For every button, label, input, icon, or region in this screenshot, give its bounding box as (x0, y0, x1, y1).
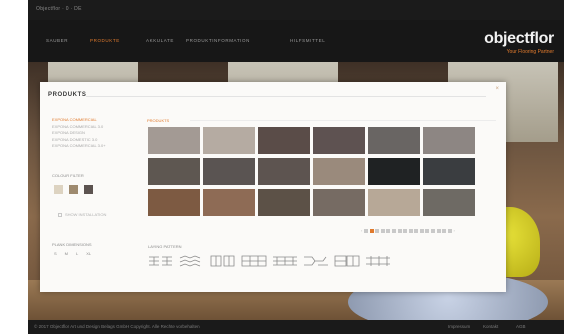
pattern-stack-icon[interactable] (272, 255, 298, 267)
floor-sample[interactable] (368, 158, 420, 185)
page-dot[interactable] (425, 228, 430, 233)
breadcrumb-divider (190, 120, 496, 121)
product-line-item[interactable]: EXPONA COMMERCIAL (52, 117, 124, 123)
next-page-icon[interactable]: › (453, 228, 454, 233)
colour-filter (54, 181, 99, 199)
page-dot[interactable] (391, 228, 396, 233)
pattern-parquet-icon[interactable] (365, 255, 391, 267)
brand-logo[interactable]: objectflor Your Flooring Partner (484, 30, 554, 55)
pattern-brick-icon[interactable] (210, 255, 236, 267)
size-option[interactable]: L (76, 251, 78, 256)
laying-patterns (148, 255, 391, 267)
products-panel: PRODUKTS × EXPONA COMMERCIAL EXPONA COMME… (40, 82, 506, 292)
page-dot[interactable] (403, 228, 408, 233)
brand-tagline: Your Flooring Partner (506, 49, 554, 55)
floor-sample[interactable] (258, 127, 310, 154)
floor-sample[interactable] (203, 158, 255, 185)
floor-sample[interactable] (368, 127, 420, 154)
size-option[interactable]: M (65, 251, 68, 256)
page-dot[interactable] (436, 228, 441, 233)
prev-page-icon[interactable]: ‹ (361, 228, 362, 233)
floor-sample[interactable] (203, 127, 255, 154)
product-line-item[interactable]: EXPONA DOMESTIC 3.0 (52, 137, 124, 143)
footer-link-agb[interactable]: AGB (516, 324, 526, 329)
app-window: Objectflor · 0 · DE SAUBER PRODUKTE AKKULA… (28, 0, 564, 334)
pattern-herringbone-1-icon[interactable] (148, 255, 174, 267)
page-dot[interactable] (431, 228, 436, 233)
main-nav: SAUBER PRODUKTE AKKULATE PRODUKTINFORMATION… (28, 20, 564, 62)
panel-title: PRODUKTS (48, 92, 87, 98)
colour-swatch[interactable] (54, 185, 63, 194)
product-line-item[interactable]: EXPONA COMMERCIAL 3.0+ (52, 143, 124, 149)
nav-item[interactable]: SAUBER (46, 38, 68, 43)
page-dot[interactable] (397, 228, 402, 233)
floor-sample[interactable] (203, 189, 255, 216)
nav-item[interactable]: HILFSMITTEL (290, 38, 325, 43)
close-icon[interactable]: × (495, 86, 499, 92)
size-options: S M L XL (54, 251, 99, 256)
nav-item[interactable]: PRODUKTINFORMATION (186, 38, 250, 43)
nav-item[interactable]: AKKULATE (146, 38, 174, 43)
footer-link-impressum[interactable]: Impressum (448, 324, 470, 329)
page-dot[interactable] (447, 228, 452, 233)
page-dot[interactable] (375, 228, 380, 233)
floor-sample[interactable] (148, 127, 200, 154)
floor-sample[interactable] (313, 158, 365, 185)
page-dot[interactable] (386, 228, 391, 233)
footer-copyright: © 2017 Objectflor Art und Design Belags … (34, 324, 200, 329)
page-dot[interactable] (369, 228, 374, 233)
pagination: ‹ › (361, 228, 455, 233)
show-installation-label: SHOW INSTALLATION (65, 212, 107, 217)
size-label: PLANK DIMENSIONS (52, 242, 92, 247)
size-option[interactable]: S (54, 251, 57, 256)
page-dot[interactable] (414, 228, 419, 233)
pattern-herringbone-2-icon[interactable] (179, 255, 205, 267)
colour-filter-label: COLOUR FILTER (52, 173, 84, 178)
colour-swatch[interactable] (69, 185, 78, 194)
floor-sample[interactable] (313, 127, 365, 154)
pattern-basket-icon[interactable] (334, 255, 360, 267)
floor-sample[interactable] (423, 127, 475, 154)
floor-sample[interactable] (148, 158, 200, 185)
size-option[interactable]: XL (86, 251, 91, 256)
top-strip-label: Objectflor · 0 · DE (36, 6, 82, 12)
floor-sample[interactable] (368, 189, 420, 216)
pattern-block-icon[interactable] (241, 255, 267, 267)
show-installation-toggle[interactable]: SHOW INSTALLATION (58, 212, 106, 217)
footer: © 2017 Objectflor Art und Design Belags … (28, 320, 564, 334)
floor-sample[interactable] (423, 158, 475, 185)
floor-sample[interactable] (148, 189, 200, 216)
colour-swatch[interactable] (84, 185, 93, 194)
page-dot[interactable] (408, 228, 413, 233)
page-dot[interactable] (442, 228, 447, 233)
brand-name: objectflor (484, 30, 554, 47)
pattern-random-icon[interactable] (303, 255, 329, 267)
nav-item[interactable]: PRODUKTE (90, 38, 120, 43)
laying-pattern-label: LAYING PATTERN (148, 244, 182, 249)
top-strip: Objectflor · 0 · DE (28, 0, 564, 20)
product-line-item[interactable]: EXPONA COMMERCIAL 3.0 (52, 124, 124, 130)
product-line-list: EXPONA COMMERCIAL EXPONA COMMERCIAL 3.0 EX… (52, 117, 124, 150)
page-dot[interactable] (380, 228, 385, 233)
floor-sample[interactable] (313, 189, 365, 216)
product-line-item[interactable]: EXPONA DESIGN (52, 130, 124, 136)
title-divider (86, 96, 486, 97)
checkbox-icon[interactable] (58, 212, 62, 217)
floor-sample[interactable] (423, 189, 475, 216)
breadcrumb[interactable]: PRODUKTS (147, 118, 169, 123)
floor-sample[interactable] (258, 158, 310, 185)
floor-sample[interactable] (258, 189, 310, 216)
footer-link-kontakt[interactable]: Kontakt (483, 324, 498, 329)
sample-grid (148, 127, 475, 216)
page-dot[interactable] (419, 228, 424, 233)
page-dot[interactable] (363, 228, 368, 233)
